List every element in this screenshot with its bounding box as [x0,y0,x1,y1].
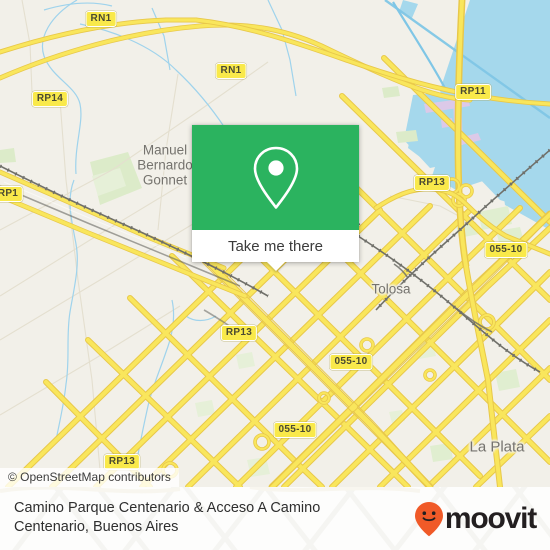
road-shield-rn1: RN1 [85,11,117,27]
road-shield-055-10: 055-10 [484,242,528,258]
footer-bar: Camino Parque Centenario & Acceso A Cami… [0,487,550,550]
road-shield-rp14: RP14 [31,91,69,107]
moovit-logo[interactable]: moovit [414,501,537,537]
road-shield-rp13: RP13 [413,175,451,191]
map-attribution[interactable]: © OpenStreetMap contributors [0,468,179,487]
road-shield-rp1: RP1 [0,186,24,202]
road-shield-rn1: RN1 [215,63,247,79]
moovit-wordmark: moovit [444,502,537,535]
popup-pointer [266,262,285,271]
road-shield-rp11: RP11 [455,84,491,100]
road-shield-055-10: 055-10 [273,422,317,438]
take-me-there-label: Take me there [227,237,324,255]
place-label-tolosa: Tolosa [371,281,411,297]
place-label-la-plata: La Plata [469,438,525,456]
take-me-there-button[interactable]: Take me there [192,230,359,262]
map-canvas[interactable]: .rd { stroke:#E8C84A; fill:none; stroke-… [0,0,550,487]
road-shield-055-10: 055-10 [329,354,373,370]
map-pin-icon [253,146,298,209]
popup-hero [192,125,359,230]
location-title: Camino Parque Centenario & Acceso A Cami… [14,500,321,535]
moovit-pin-icon [414,502,443,537]
road-shield-rp13: RP13 [220,325,258,341]
destination-popup-card[interactable]: Take me there [192,125,359,271]
place-label-manuel-bernardo-gonnet: Manuel Bernardo Gonnet [137,142,193,188]
